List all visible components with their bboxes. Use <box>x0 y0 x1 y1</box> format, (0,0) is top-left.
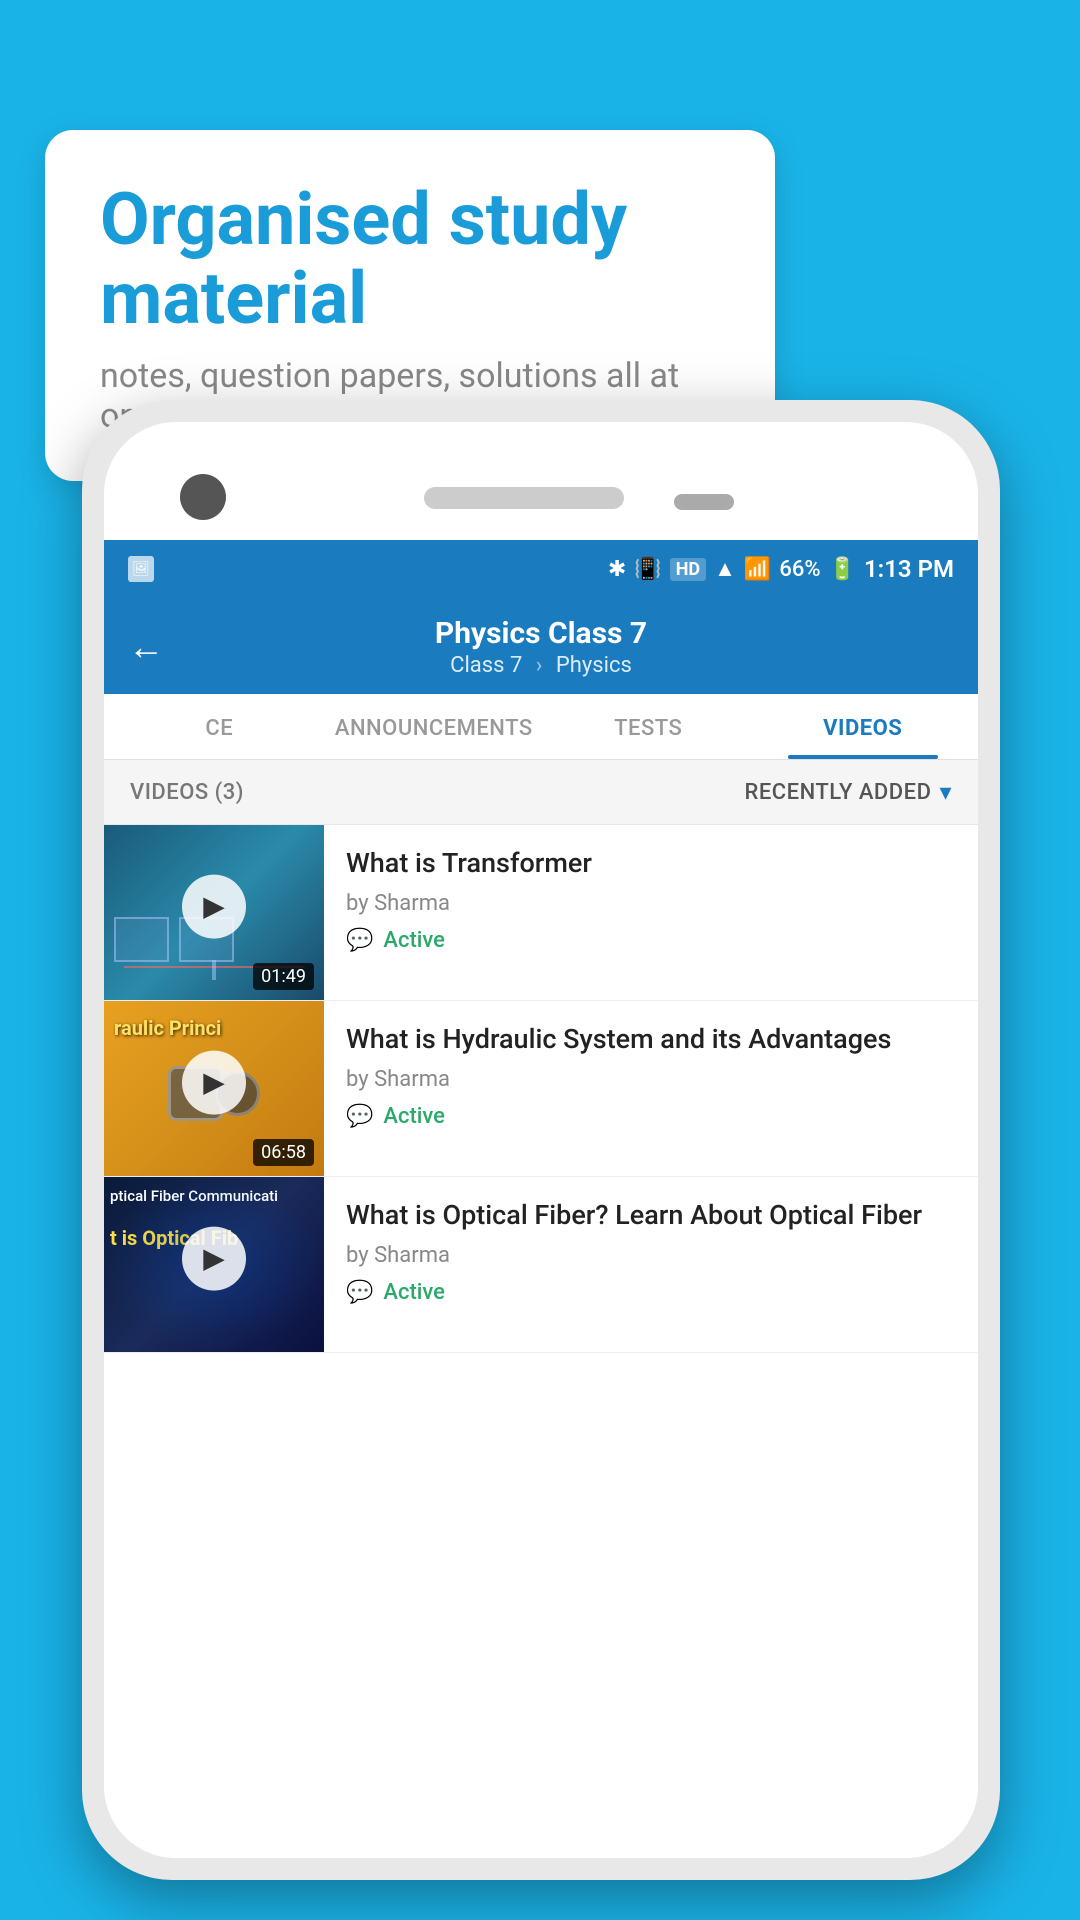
battery-percent: 66% <box>779 557 820 582</box>
video-status: 💬 Active <box>346 928 958 953</box>
status-label: Active <box>383 1104 445 1129</box>
status-label: Active <box>383 928 445 953</box>
wifi-icon: ▲ <box>714 556 736 582</box>
tab-tests[interactable]: TESTS <box>541 694 756 759</box>
video-item[interactable]: ptical Fiber Communicati t is Optical Fi… <box>104 1177 978 1353</box>
status-label: Active <box>383 1280 445 1305</box>
image-icon: 🖼 <box>128 556 154 582</box>
phone-home-button <box>674 494 734 510</box>
video-status: 💬 Active <box>346 1280 958 1305</box>
video-item[interactable]: ▶ 01:49 What is Transformer by Sharma 💬 … <box>104 825 978 1001</box>
video-item[interactable]: raulic Princi ▶ 06:58 What is Hydraulic … <box>104 1001 978 1177</box>
videos-count: VIDEOS (3) <box>130 780 244 805</box>
breadcrumb: Class 7 › Physics <box>188 653 894 678</box>
video-author: by Sharma <box>346 891 958 916</box>
video-thumbnail: ▶ 01:49 <box>104 825 324 1000</box>
chevron-down-icon: ▾ <box>939 778 952 806</box>
tab-videos[interactable]: VIDEOS <box>756 694 971 759</box>
phone-camera <box>180 474 226 520</box>
videos-header: VIDEOS (3) RECENTLY ADDED ▾ <box>104 760 978 825</box>
tab-ce[interactable]: CE <box>112 694 327 759</box>
sort-label: RECENTLY ADDED <box>745 780 932 805</box>
play-button[interactable]: ▶ <box>182 1226 246 1290</box>
video-title: What is Optical Fiber? Learn About Optic… <box>346 1197 958 1233</box>
breadcrumb-separator: › <box>536 653 543 678</box>
chat-icon: 💬 <box>346 928 373 953</box>
video-author: by Sharma <box>346 1067 958 1092</box>
video-title: What is Transformer <box>346 845 958 881</box>
phone-inner: 🖼 ✱ 📳 HD ▲ 📶 66% 🔋 1:13 PM ← Physics Cla <box>104 422 978 1858</box>
tab-announcements[interactable]: ANNOUNCEMENTS <box>327 694 542 759</box>
chat-icon: 💬 <box>346 1104 373 1129</box>
play-button[interactable]: ▶ <box>182 874 246 938</box>
phone-screen: 🖼 ✱ 📳 HD ▲ 📶 66% 🔋 1:13 PM ← Physics Cla <box>104 540 978 1858</box>
breadcrumb-subject: Physics <box>556 653 632 678</box>
video-status: 💬 Active <box>346 1104 958 1129</box>
video-author: by Sharma <box>346 1243 958 1268</box>
video-list: ▶ 01:49 What is Transformer by Sharma 💬 … <box>104 825 978 1353</box>
hd-badge: HD <box>670 558 706 581</box>
battery-icon: 🔋 <box>829 557 856 582</box>
video-info: What is Hydraulic System and its Advanta… <box>324 1001 978 1176</box>
app-bar-title: Physics Class 7 Class 7 › Physics <box>188 616 894 678</box>
app-bar: ← Physics Class 7 Class 7 › Physics <box>104 598 978 694</box>
chat-icon: 💬 <box>346 1280 373 1305</box>
video-thumbnail: raulic Princi ▶ 06:58 <box>104 1001 324 1176</box>
tab-bar: CE ANNOUNCEMENTS TESTS VIDEOS <box>104 694 978 760</box>
screen-title: Physics Class 7 <box>188 616 894 651</box>
status-left: 🖼 <box>128 556 154 582</box>
thumb-text: raulic Princi <box>114 1015 314 1041</box>
signal-icon: 📶 <box>744 557 771 582</box>
breadcrumb-class: Class 7 <box>450 653 522 678</box>
phone-speaker <box>424 487 624 509</box>
bluetooth-icon: ✱ <box>608 557 626 582</box>
video-thumbnail: ptical Fiber Communicati t is Optical Fi… <box>104 1177 324 1352</box>
back-button[interactable]: ← <box>128 626 164 668</box>
status-bar: 🖼 ✱ 📳 HD ▲ 📶 66% 🔋 1:13 PM <box>104 540 978 598</box>
video-info: What is Optical Fiber? Learn About Optic… <box>324 1177 978 1352</box>
video-title: What is Hydraulic System and its Advanta… <box>346 1021 958 1057</box>
phone-frame: 🖼 ✱ 📳 HD ▲ 📶 66% 🔋 1:13 PM ← Physics Cla <box>82 400 1000 1880</box>
bubble-title: Organised study material <box>100 180 720 338</box>
time-display: 1:13 PM <box>864 555 954 583</box>
video-info: What is Transformer by Sharma 💬 Active <box>324 825 978 1000</box>
sort-button[interactable]: RECENTLY ADDED ▾ <box>745 778 952 806</box>
video-duration: 01:49 <box>253 963 314 990</box>
video-duration: 06:58 <box>253 1139 314 1166</box>
vibrate-icon: 📳 <box>634 557 661 582</box>
status-right: ✱ 📳 HD ▲ 📶 66% 🔋 1:13 PM <box>608 555 954 583</box>
play-button[interactable]: ▶ <box>182 1050 246 1114</box>
